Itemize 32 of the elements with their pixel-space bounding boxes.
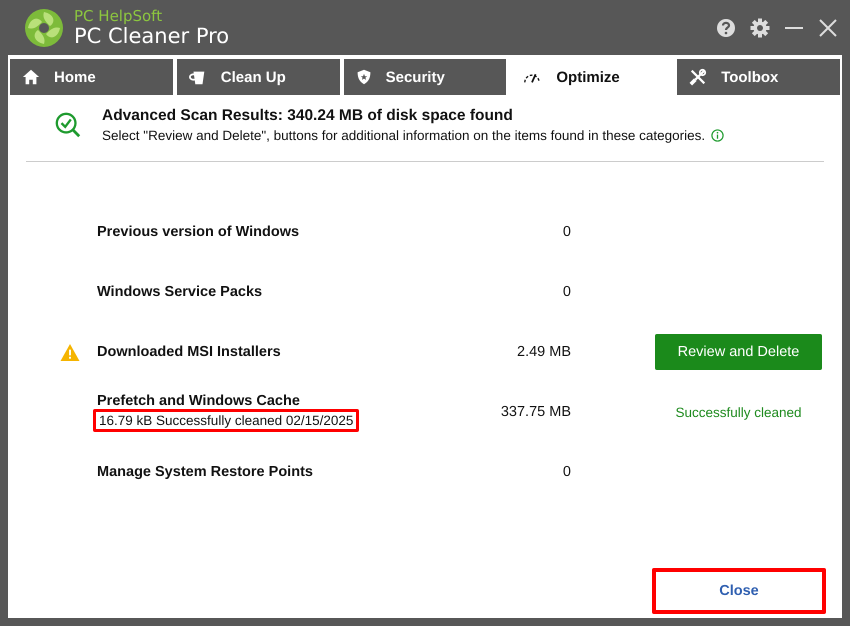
tools-icon [689,68,708,86]
category-name: Prefetch and Windows Cache [97,392,301,408]
category-size: 0 [562,224,571,240]
review-delete-button[interactable]: Review and Delete [655,334,822,370]
results-description: Select "Review and Delete", buttons for additional information on the items found in these categories. [102,128,706,143]
shield-icon [356,69,372,85]
category-size: 0 [562,284,571,300]
window-title: PC Cleaner Pro [74,26,230,46]
scan-check-icon [54,111,82,139]
home-icon [22,68,40,86]
brand-name: PC HelpSoft [74,8,164,24]
cleaned-note: 16.79 kB Successfully cleaned 02/15/2025 [93,408,360,432]
category-size: 0 [562,464,571,480]
tab[interactable]: Clean Up [176,59,340,95]
category-name: Windows Service Packs [97,284,264,300]
category-name: Manage System Restore Points [97,464,314,480]
close-icon[interactable] [818,18,838,38]
warning-icon [59,342,81,362]
category-size: 337.75 MB [500,404,571,420]
results-heading: Advanced Scan Results: 340.24 MB of disk space found [102,107,514,125]
tab[interactable]: Security [344,59,506,95]
category-name: Downloaded MSI Installers [97,344,282,360]
help-icon[interactable] [716,18,736,38]
leaf-logo-icon [24,8,64,48]
settings-icon[interactable] [750,18,770,38]
tab[interactable]: Toolbox [677,59,840,95]
category-name: Previous version of Windows [97,224,300,240]
tab[interactable]: Home [10,59,173,95]
info-icon[interactable] [711,129,724,142]
category-size: 2.49 MB [516,344,571,360]
cleaned-status: Successfully cleaned [675,404,802,420]
close-button[interactable]: Close [652,568,826,614]
